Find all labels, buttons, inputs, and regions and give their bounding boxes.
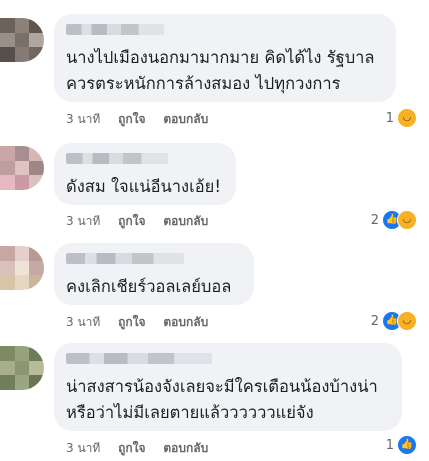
avatar[interactable] [0,18,44,62]
comment-meta: 3 นาที ถูกใจ ตอบกลับ [66,212,222,231]
reply-action[interactable]: ตอบกลับ [163,313,208,332]
redacted-author-name[interactable] [66,153,168,164]
like-icon: 👍 [397,435,417,455]
comment-bubble: นางไปเมืองนอกมามากมาย คิดได้ไง รัฐบาล คว… [54,14,396,102]
comment-meta: 3 นาที ถูกใจ ตอบกลับ [66,313,222,332]
reaction-summary[interactable]: 2 👍 ◡ [371,311,417,331]
timestamp[interactable]: 3 นาที [66,110,100,129]
timestamp[interactable]: 3 นาที [66,212,100,231]
redacted-author-name[interactable] [66,24,164,35]
haha-icon: ◡ [397,108,417,128]
reply-action[interactable]: ตอบกลับ [163,212,208,231]
timestamp[interactable]: 3 นาที [66,313,100,332]
like-action[interactable]: ถูกใจ [118,439,145,458]
reaction-summary[interactable]: 1 👍 [386,435,417,455]
redacted-author-name[interactable] [66,353,212,364]
reaction-summary[interactable]: 1 ◡ [386,108,417,128]
comment-text-line: คงเลิกเชียร์วอลเลย์บอล [66,277,232,296]
like-action[interactable]: ถูกใจ [118,212,145,231]
reply-action[interactable]: ตอบกลับ [163,110,208,129]
reaction-summary[interactable]: 2 👍 ◡ [371,210,417,230]
haha-icon: ◡ [397,311,417,331]
comment-bubble: น่าสงสารน้องจังเลยจะมีใครเตือนน้องบ้างน่… [54,343,402,431]
avatar[interactable] [0,146,44,190]
reaction-count: 2 [370,212,379,228]
redacted-author-name[interactable] [66,253,184,264]
like-action[interactable]: ถูกใจ [118,313,145,332]
reaction-count: 2 [370,313,379,329]
comment-meta: 3 นาที ถูกใจ ตอบกลับ [66,110,222,129]
timestamp[interactable]: 3 นาที [66,439,100,458]
comment-text-line: ควรตระหนักการล้างสมอง ไปทุกวงการ [66,74,341,93]
comment-text-line: น่าสงสารน้องจังเลยจะมีใครเตือนน้องบ้างน่… [66,377,378,396]
avatar[interactable] [0,246,44,290]
haha-icon: ◡ [397,210,417,230]
reaction-count: 1 [385,110,394,126]
comment-text-line: ดังสม ใจแน่อีนางเอ้ย! [66,177,221,196]
comment-bubble: ดังสม ใจแน่อีนางเอ้ย! [54,143,236,205]
comment-text-line: นางไปเมืองนอกมามากมาย คิดได้ไง รัฐบาล [66,48,375,67]
avatar[interactable] [0,346,44,390]
reaction-count: 1 [385,437,394,453]
reply-action[interactable]: ตอบกลับ [163,439,208,458]
comment-text-line: หรือว่าไม่มีเลยตายแล้ววววววแย่จัง [66,403,314,422]
like-action[interactable]: ถูกใจ [118,110,145,129]
comment-meta: 3 นาที ถูกใจ ตอบกลับ [66,439,222,458]
comment-bubble: คงเลิกเชียร์วอลเลย์บอล [54,243,254,305]
